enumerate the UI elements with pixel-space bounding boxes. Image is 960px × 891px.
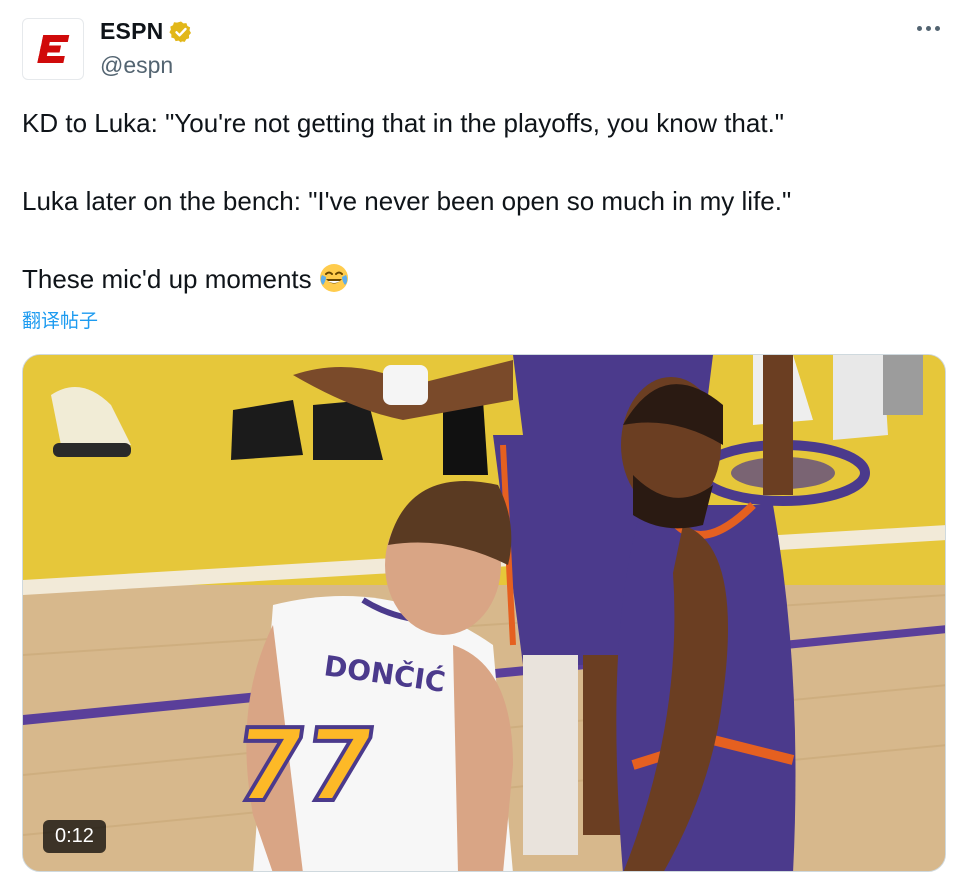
tweet-line: Luka later on the bench: "I've never bee… (22, 186, 792, 216)
tweet-line-last: These mic'd up moments (22, 260, 922, 299)
tweet-line-text: These mic'd up moments (22, 264, 312, 294)
translate-post-link[interactable]: 翻译帖子 (22, 306, 98, 333)
espn-logo-icon (37, 35, 70, 63)
face-with-tears-of-joy-icon (319, 264, 348, 292)
video-player[interactable]: DONČIĆ 77 0:12 (22, 354, 946, 872)
author-name-row[interactable]: ESPN (100, 18, 193, 45)
tweet-line: KD to Luka: "You're not getting that in … (22, 108, 785, 138)
display-name[interactable]: ESPN (100, 18, 163, 45)
video-duration-badge: 0:12 (43, 820, 106, 853)
verified-badge-icon (169, 21, 192, 42)
handle[interactable]: @espn (100, 52, 173, 79)
tweet-text: KD to Luka: "You're not getting that in … (22, 104, 922, 299)
avatar[interactable] (22, 18, 84, 80)
video-frame: DONČIĆ 77 (23, 355, 945, 871)
jersey-number: 77 (227, 707, 383, 823)
more-options-icon[interactable] (917, 26, 940, 31)
